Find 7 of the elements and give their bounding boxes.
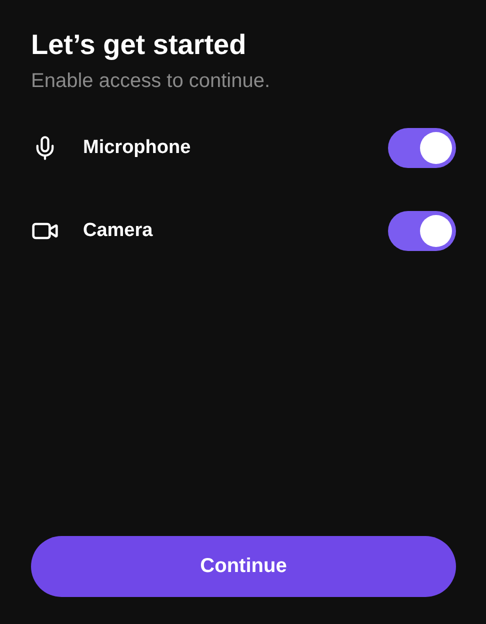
continue-button[interactable]: Continue [31, 536, 456, 597]
page-subtitle: Enable access to continue. [31, 69, 272, 94]
permission-label: Microphone [83, 137, 192, 159]
toggle-switch[interactable] [388, 128, 456, 168]
page-title: Let’s get started [31, 28, 248, 62]
permission-label: Camera [83, 220, 154, 242]
toggle-switch[interactable] [388, 211, 456, 251]
